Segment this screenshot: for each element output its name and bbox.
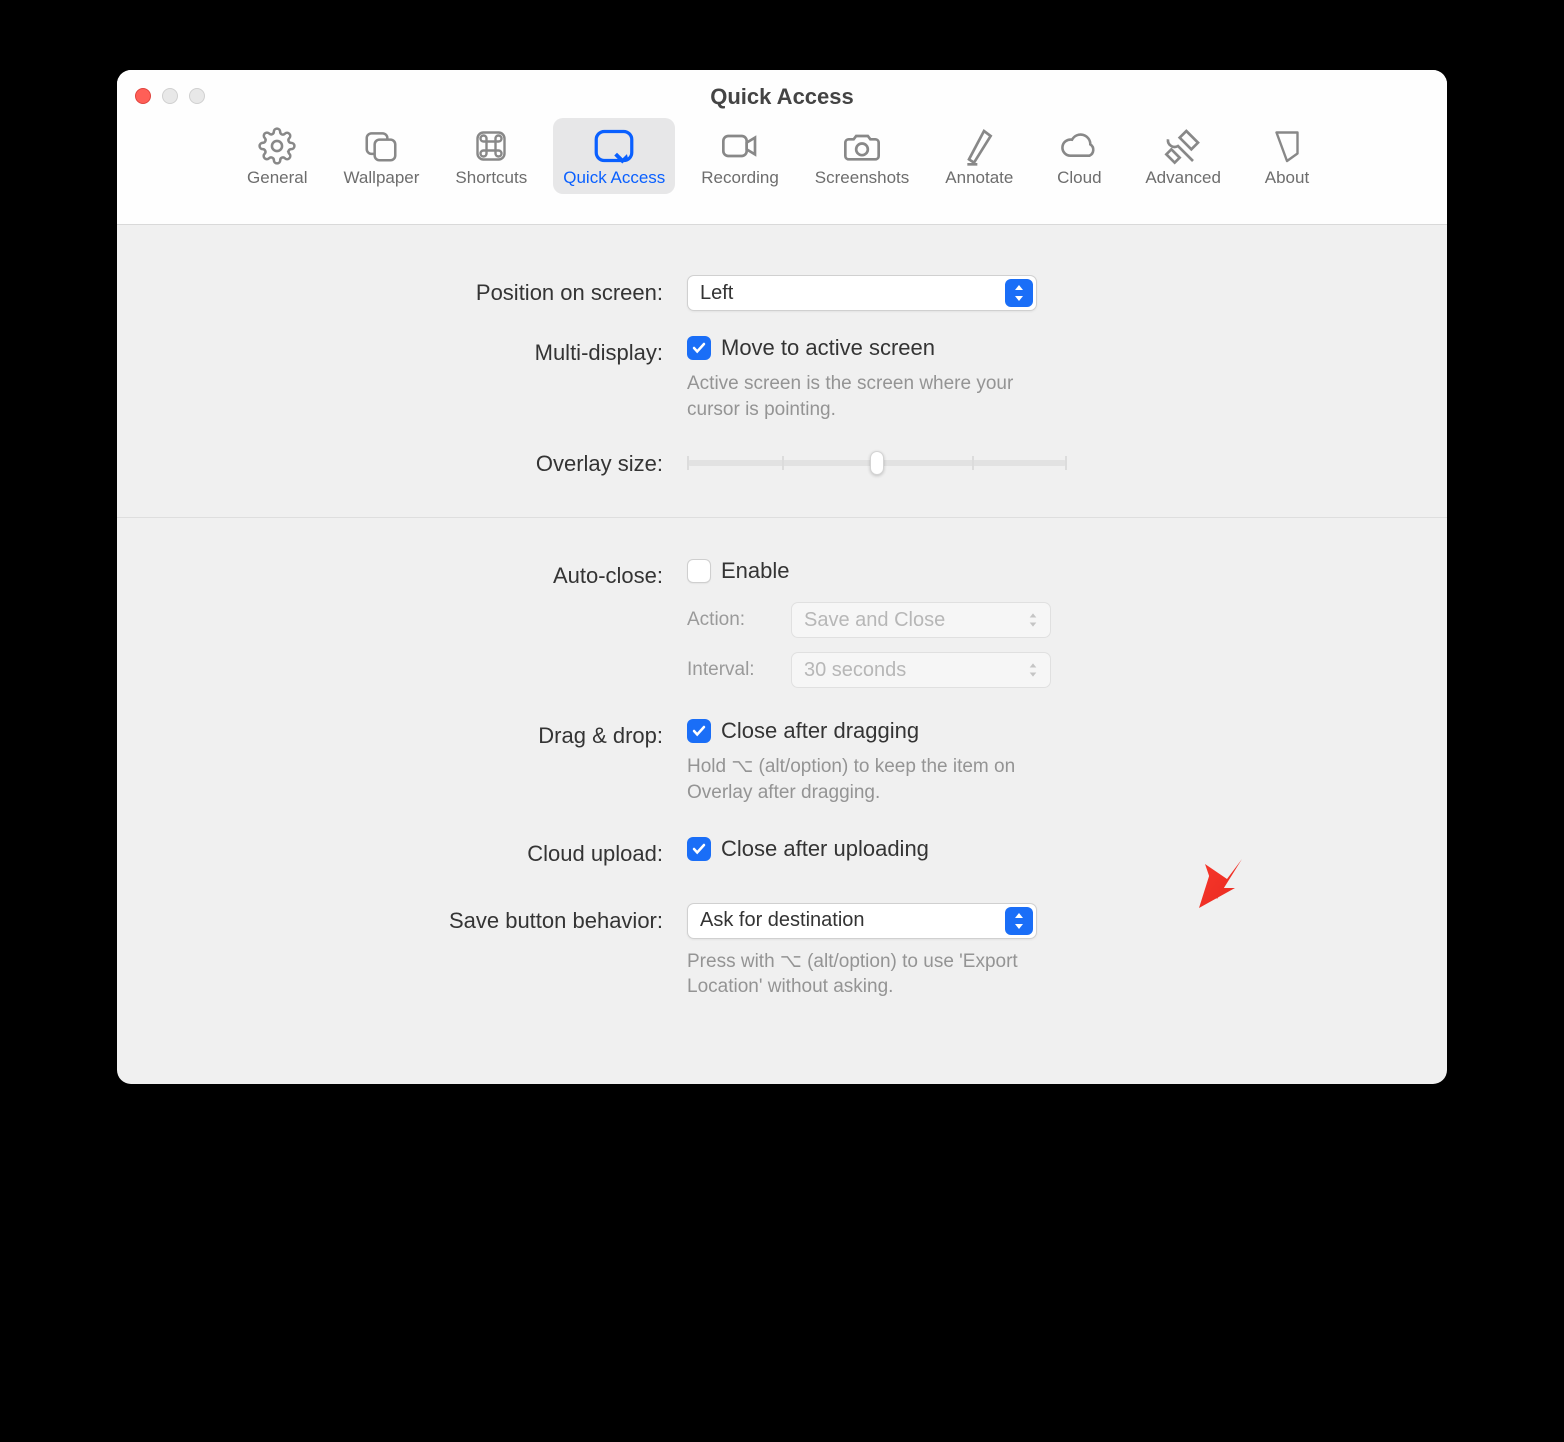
tab-label: About [1265,168,1309,188]
action-label: Action: [687,609,777,631]
overlay-size-slider[interactable] [687,460,1067,466]
tab-quick-access[interactable]: Quick Access [553,118,675,194]
drag-drop-row: Drag & drop: Close after dragging Hold ⌥… [157,718,1407,805]
chevron-updown-icon [1005,907,1033,935]
tab-recording[interactable]: Recording [691,118,789,194]
save-button-row: Save button behavior: Ask for destinatio… [157,903,1407,1000]
tab-label: Wallpaper [344,168,420,188]
tab-screenshots[interactable]: Screenshots [805,118,920,194]
tab-label: General [247,168,307,188]
chevron-updown-icon [1005,279,1033,307]
camera-icon [842,126,882,166]
tab-label: Screenshots [815,168,910,188]
position-value: Left [700,282,733,305]
action-value: Save and Close [804,609,945,632]
tab-label: Recording [701,168,779,188]
save-button-help: Press with ⌥ (alt/option) to use 'Export… [687,949,1067,1000]
tab-label: Cloud [1057,168,1101,188]
position-label: Position on screen: [157,275,687,306]
window-controls [135,88,205,104]
multi-display-checkbox[interactable]: Move to active screen [687,335,935,361]
checkbox-text: Close after dragging [721,718,919,744]
checkbox-text: Close after uploading [721,836,929,862]
close-window-button[interactable] [135,88,151,104]
interval-value: 30 seconds [804,659,906,682]
titlebar: Quick Access General Wallpaper Shortcuts [117,70,1447,225]
section-divider [117,517,1447,518]
highlighter-icon [961,126,997,166]
wallpaper-icon [362,126,400,166]
tab-cloud[interactable]: Cloud [1039,118,1119,194]
auto-close-label: Auto-close: [157,558,687,589]
tools-icon [1163,126,1203,166]
cloud-upload-checkbox[interactable]: Close after uploading [687,836,929,862]
drag-drop-help: Hold ⌥ (alt/option) to keep the item on … [687,754,1067,805]
drag-drop-checkbox[interactable]: Close after dragging [687,718,919,744]
slider-knob[interactable] [870,451,884,475]
checkbox-text: Enable [721,558,790,584]
minimize-window-button[interactable] [162,88,178,104]
auto-close-interval-select: 30 seconds [791,652,1051,688]
checkbox-text: Move to active screen [721,335,935,361]
position-row: Position on screen: Left [157,275,1407,311]
tab-general[interactable]: General [237,118,317,194]
checkmark-icon [687,837,711,861]
auto-close-interval-row: Interval: 30 seconds [687,652,1407,688]
multi-display-label: Multi-display: [157,335,687,366]
auto-close-row: Auto-close: Enable Action: Save and Clos… [157,558,1407,688]
tab-wallpaper[interactable]: Wallpaper [334,118,430,194]
tab-label: Shortcuts [455,168,527,188]
maximize-window-button[interactable] [189,88,205,104]
quick-access-icon [593,126,635,166]
tab-about[interactable]: About [1247,118,1327,194]
tab-advanced[interactable]: Advanced [1135,118,1231,194]
chevron-updown-icon [1019,656,1047,684]
window-title: Quick Access [117,70,1447,110]
preferences-window: Quick Access General Wallpaper Shortcuts [117,70,1447,1084]
tab-label: Advanced [1145,168,1221,188]
save-button-label: Save button behavior: [157,903,687,934]
save-button-value: Ask for destination [700,909,865,932]
multi-display-help: Active screen is the screen where your c… [687,371,1067,422]
multi-display-row: Multi-display: Move to active screen Act… [157,335,1407,422]
tab-label: Quick Access [563,168,665,188]
about-icon [1269,126,1305,166]
checkmark-icon [687,336,711,360]
overlay-size-row: Overlay size: [157,446,1407,477]
tab-label: Annotate [945,168,1013,188]
interval-label: Interval: [687,659,777,681]
cloud-icon [1058,126,1100,166]
tab-shortcuts[interactable]: Shortcuts [445,118,537,194]
settings-pane: Position on screen: Left Multi-display: [117,225,1447,1084]
preferences-tabs: General Wallpaper Shortcuts Quick Access [117,118,1447,194]
drag-drop-label: Drag & drop: [157,718,687,749]
checkbox-empty-icon [687,559,711,583]
checkmark-icon [687,719,711,743]
cloud-upload-label: Cloud upload: [157,836,687,867]
tab-annotate[interactable]: Annotate [935,118,1023,194]
cloud-upload-row: Cloud upload: Close after uploading [157,836,1407,867]
position-select[interactable]: Left [687,275,1037,311]
auto-close-action-row: Action: Save and Close [687,602,1407,638]
chevron-updown-icon [1019,606,1047,634]
gear-icon [258,126,296,166]
overlay-size-label: Overlay size: [157,446,687,477]
auto-close-checkbox[interactable]: Enable [687,558,790,584]
command-icon [473,126,509,166]
video-icon [720,126,760,166]
save-button-select[interactable]: Ask for destination [687,903,1037,939]
auto-close-action-select: Save and Close [791,602,1051,638]
